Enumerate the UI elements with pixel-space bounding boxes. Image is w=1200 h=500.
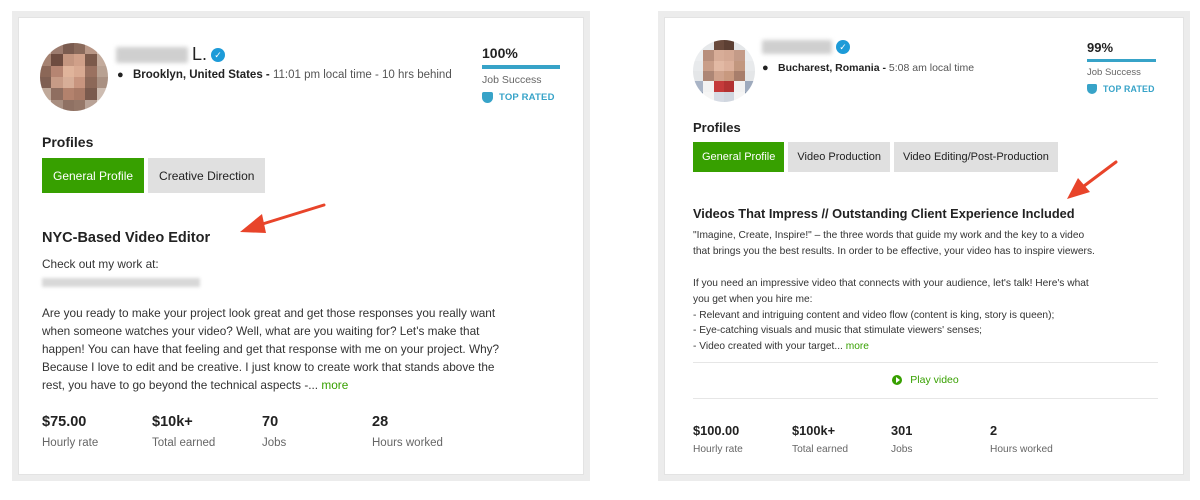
shield-icon: [482, 92, 493, 103]
blurred-name: [762, 40, 832, 54]
tab-video-editing-post-production[interactable]: Video Editing/Post-Production: [893, 142, 1058, 172]
description-line: Are you ready to make your project look …: [42, 306, 496, 320]
job-success-percent: 100%: [482, 45, 518, 61]
freelancer-name[interactable]: ✓: [762, 40, 850, 54]
description-line: "Imagine, Create, Inspire!" – the three …: [693, 230, 1085, 241]
stat-hourly-rate: $100.00 Hourly rate: [693, 423, 792, 455]
stat-label: Hourly rate: [693, 444, 743, 455]
stat-value: 70: [262, 414, 279, 430]
stat-total-earned: $10k+ Total earned: [152, 414, 262, 449]
profiles-label: Profiles: [693, 120, 741, 135]
location-pin-icon: ●: [117, 69, 124, 81]
description-line: - Eye-catching visuals and music that st…: [693, 325, 983, 337]
stat-label: Total earned: [152, 437, 216, 449]
shield-icon: [1087, 84, 1097, 94]
profile-description: Are you ready to make your project look …: [42, 304, 567, 394]
stat-value: $75.00: [42, 414, 87, 430]
stat-total-earned: $100k+ Total earned: [792, 423, 891, 455]
stat-label: Jobs: [891, 444, 913, 455]
description-line: - Video created with your target... more: [693, 339, 1163, 355]
tab-creative-direction[interactable]: Creative Direction: [148, 158, 266, 193]
stat-value: 28: [372, 414, 389, 430]
location: Bucharest, Romania -: [778, 62, 886, 74]
stat-hours-worked: 28 Hours worked: [372, 414, 482, 449]
avatar[interactable]: [693, 40, 755, 102]
tab-general-profile[interactable]: General Profile: [693, 142, 785, 172]
stat-value: 301: [891, 423, 913, 438]
job-success-bar: [482, 65, 560, 69]
tab-general-profile[interactable]: General Profile: [42, 158, 145, 193]
description-line-text: - Video created with your target...: [693, 341, 843, 353]
play-icon: [892, 375, 903, 385]
stat-value: $10k+: [152, 414, 193, 430]
description-line: [693, 260, 1163, 276]
stat-label: Hours worked: [990, 444, 1053, 455]
stat-hours-worked: 2 Hours worked: [990, 423, 1089, 455]
stat-value: $100.00: [693, 423, 740, 438]
location-row: ● Bucharest, Romania - 5:08 am local tim…: [762, 62, 974, 74]
freelancer-card-1: L. ✓ ● Brooklyn, United States - 11:01 p…: [18, 17, 584, 475]
stat-label: Jobs: [262, 437, 287, 449]
description-line: If you need an impressive video that con…: [693, 277, 1089, 289]
profile-title: NYC-Based Video Editor: [42, 230, 211, 246]
stat-jobs: 301 Jobs: [891, 423, 990, 455]
description-line: happen! You can have that feeling and ge…: [42, 342, 500, 356]
top-rated-label: TOP RATED: [499, 92, 555, 103]
blurred-first-name: [116, 46, 188, 63]
freelancer-name[interactable]: L. ✓: [116, 44, 226, 65]
description-line: when someone watches your video? Well, w…: [42, 324, 480, 338]
portfolio-intro: Check out my work at:: [42, 255, 562, 292]
stat-hourly-rate: $75.00 Hourly rate: [42, 414, 152, 449]
stats-row: $75.00 Hourly rate $10k+ Total earned 70…: [42, 414, 482, 449]
stat-value: $100k+: [792, 423, 836, 438]
more-link[interactable]: more: [846, 341, 869, 352]
job-success-label: Job Success: [1087, 67, 1141, 78]
verified-icon: ✓: [211, 47, 226, 62]
profile-title: Videos That Impress // Outstanding Clien…: [693, 206, 1075, 221]
stat-value: 2: [990, 423, 998, 438]
profile-tabs: General Profile Creative Direction: [42, 158, 266, 193]
verified-icon: ✓: [836, 40, 850, 54]
job-success-block: 100% Job Success TOP RATED: [482, 45, 560, 103]
intro-text: Check out my work at:: [42, 257, 159, 271]
top-rated-badge: TOP RATED: [482, 92, 560, 103]
play-video-button[interactable]: Play video: [693, 374, 1158, 386]
location-row: ● Brooklyn, United States - 11:01 pm loc…: [117, 69, 452, 81]
description-line: Because I love to edit and be creative. …: [42, 360, 495, 374]
blurred-portfolio-link[interactable]: [42, 278, 200, 287]
description-line: that brings you the best results. In ord…: [693, 245, 1095, 257]
profile-description: "Imagine, Create, Inspire!" – the three …: [693, 228, 1163, 355]
job-success-label: Job Success: [482, 74, 542, 86]
divider: [693, 398, 1158, 399]
top-rated-label: TOP RATED: [1103, 84, 1155, 94]
divider: [693, 362, 1158, 363]
local-time: 5:08 am local time: [888, 62, 975, 74]
name-suffix: L.: [192, 44, 208, 64]
description-line: rest, you have to go beyond the technica…: [42, 376, 567, 394]
avatar[interactable]: [40, 43, 108, 111]
job-success-block: 99% Job Success TOP RATED: [1087, 40, 1157, 94]
top-rated-badge: TOP RATED: [1087, 84, 1157, 94]
description-line: you get when you hire me:: [693, 293, 813, 305]
profiles-label: Profiles: [42, 134, 94, 150]
stat-jobs: 70 Jobs: [262, 414, 372, 449]
stat-label: Hours worked: [372, 437, 443, 449]
local-time: 11:01 pm local time - 10 hrs behind: [272, 69, 452, 81]
annotation-arrow: [1067, 160, 1118, 199]
profile-tabs: General Profile Video Production Video E…: [693, 142, 1058, 172]
tab-video-production[interactable]: Video Production: [788, 142, 890, 172]
play-video-label: Play video: [910, 374, 959, 386]
freelancer-card-2: ✓ ● Bucharest, Romania - 5:08 am local t…: [664, 17, 1184, 475]
more-link[interactable]: more: [321, 378, 348, 392]
stats-row: $100.00 Hourly rate $100k+ Total earned …: [693, 423, 1089, 455]
description-line-text: rest, you have to go beyond the technica…: [42, 378, 319, 392]
description-line: - Relevant and intriguing content and vi…: [693, 309, 1055, 321]
location-pin-icon: ●: [762, 62, 769, 74]
stat-label: Total earned: [792, 444, 849, 455]
location: Brooklyn, United States -: [133, 69, 270, 81]
stat-label: Hourly rate: [42, 437, 99, 449]
job-success-percent: 99%: [1087, 40, 1114, 55]
job-success-bar: [1087, 59, 1157, 62]
